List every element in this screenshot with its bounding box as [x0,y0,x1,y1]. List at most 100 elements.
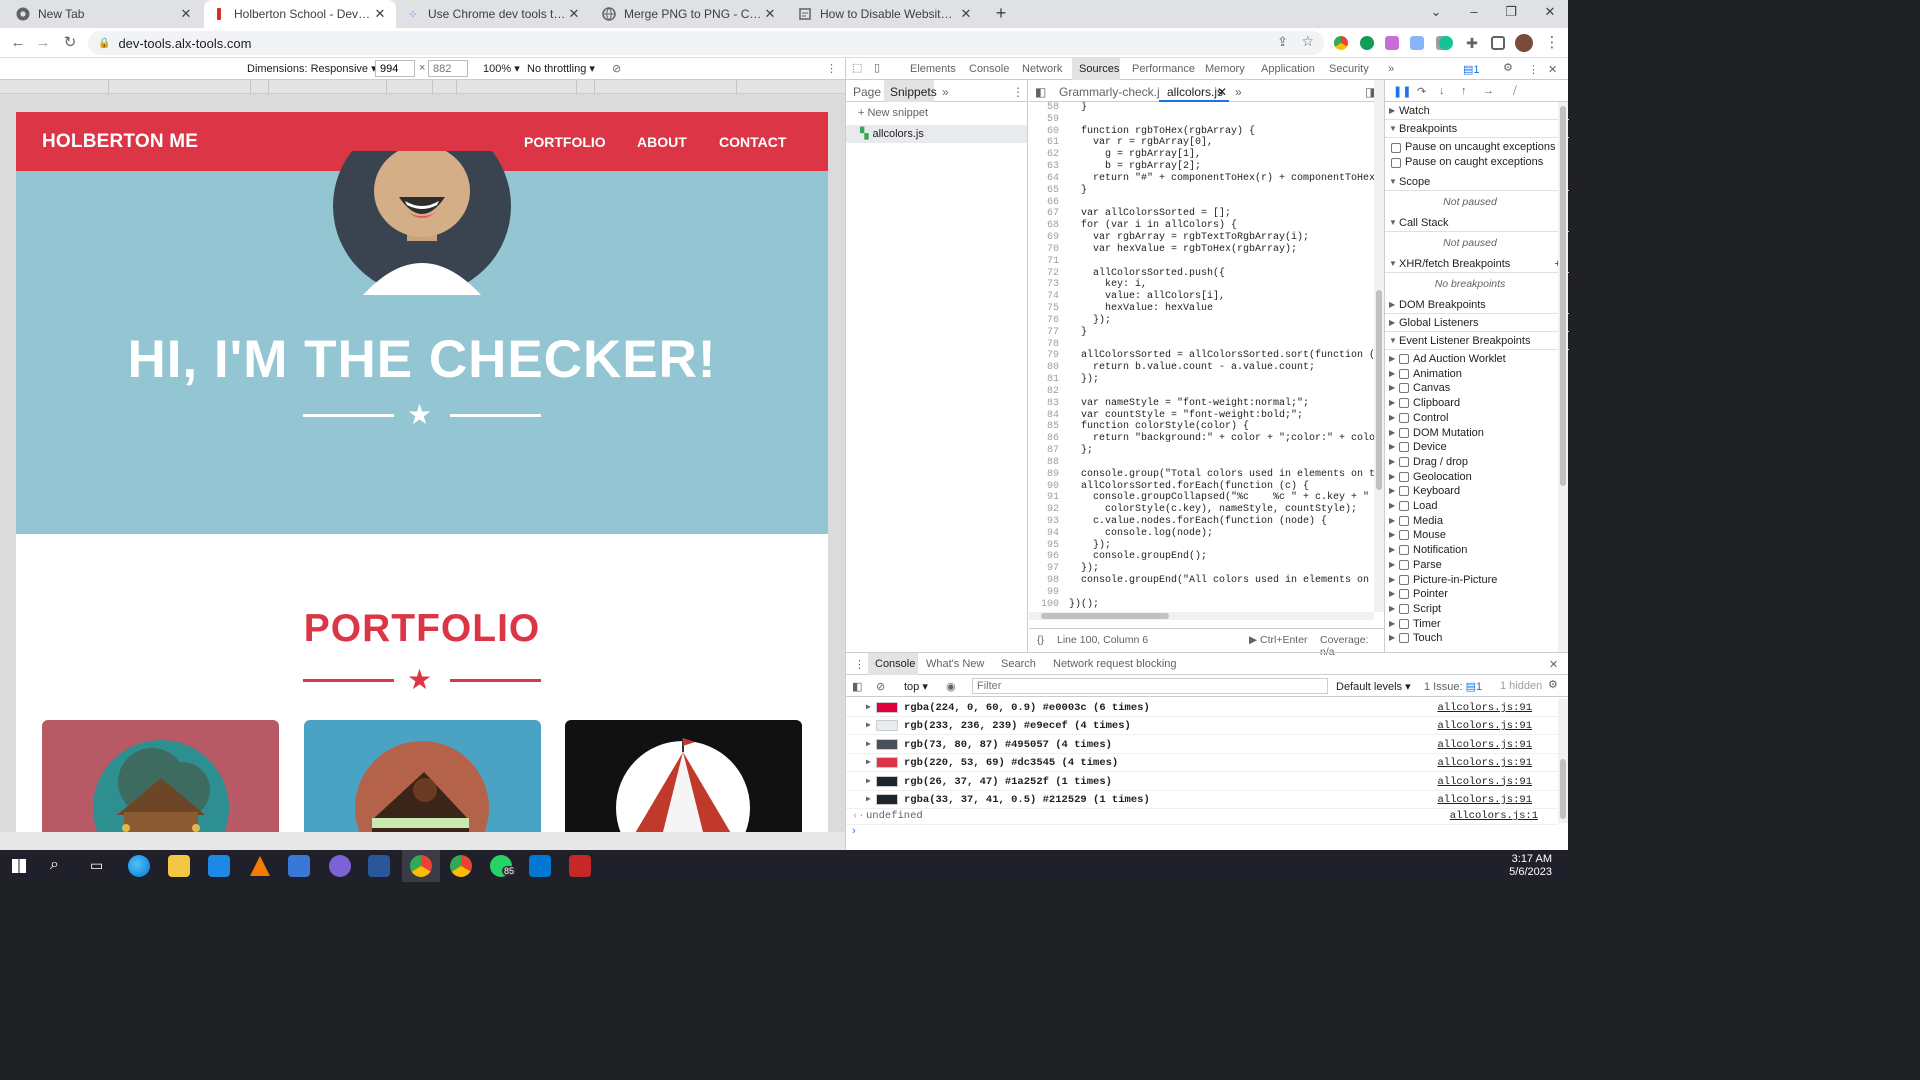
line-number[interactable]: 97 [1029,563,1059,575]
line-number[interactable]: 88 [1029,457,1059,469]
event-breakpoint-item[interactable]: ▶ Picture-in-Picture [1385,573,1557,587]
share-icon[interactable]: ⇪ [1277,34,1288,50]
console-message[interactable]: ▶ rgb(26, 37, 47) #1a252f (1 times) allcol… [846,773,1558,791]
close-devtools-icon[interactable]: ✕ [1548,63,1557,76]
breakpoints-section[interactable]: ▼ Breakpoints [1385,120,1569,138]
issues-link[interactable]: 1 Issue: ▤1 [1424,680,1482,693]
grammarly-icon[interactable] [1439,36,1453,50]
more-tabs-icon[interactable]: » [1388,63,1394,75]
drawer-tab-network-blocking[interactable]: Network request blocking [1053,658,1177,670]
tab-disable-css[interactable]: How to Disable Website CSS Styl ✕ [790,0,982,28]
scope-section[interactable]: ▼ Scope [1385,173,1569,191]
tab-merge-png[interactable]: Merge PNG to PNG - Convert yo ✕ [594,0,786,28]
tab-application[interactable]: Application [1261,63,1315,75]
drawer-tab-whats-new[interactable]: What's New [926,658,984,670]
tab-memory[interactable]: Memory [1205,63,1245,75]
toggle-navigator-icon[interactable]: ◧ [1035,85,1046,99]
extension-icon[interactable] [1385,36,1399,50]
event-breakpoint-item[interactable]: ▶ Load [1385,499,1557,513]
expand-icon[interactable]: ▶ [1389,440,1395,454]
console-message[interactable]: ▶ rgba(224, 0, 60, 0.9) #e0003c (6 times)… [846,699,1558,717]
chrome-profile-icon[interactable] [450,855,472,877]
search-icon[interactable]: ⌕ [50,856,59,874]
event-breakpoint-item[interactable]: ▶ Clipboard [1385,396,1557,410]
new-snippet-button[interactable]: + New snippet [858,107,928,119]
eye-icon[interactable]: ◉ [946,680,956,693]
tab-search-icon[interactable]: ⌄ [1422,4,1450,20]
extensions-puzzle-icon[interactable]: ✚ [1462,33,1482,53]
context-select[interactable]: top ▾ [904,680,928,693]
console-settings-gear-icon[interactable]: ⚙ [1548,678,1558,691]
expand-icon[interactable]: ▶ [866,773,871,791]
expand-icon[interactable]: ▶ [1389,587,1395,601]
step-into-icon[interactable]: ↓ [1439,85,1445,97]
event-breakpoint-item[interactable]: ▶ Keyboard [1385,484,1557,498]
event-breakpoint-item[interactable]: ▶ Touch [1385,631,1557,645]
line-number[interactable]: 65 [1029,185,1059,197]
event-breakpoint-item[interactable]: ▶ Timer [1385,617,1557,631]
horizontal-scrollbar[interactable] [1029,612,1374,620]
reload-icon[interactable]: ↻ [60,33,80,53]
extension-icon[interactable] [1360,36,1374,50]
event-breakpoint-item[interactable]: ▶ Pointer [1385,587,1557,601]
event-checkbox[interactable] [1399,471,1409,482]
drawer-tab-search[interactable]: Search [1001,658,1036,670]
expand-icon[interactable]: ▶ [866,736,871,754]
line-number[interactable]: 98 [1029,575,1059,587]
event-breakpoint-item[interactable]: ▶ Animation [1385,367,1557,381]
line-number[interactable]: 68 [1029,220,1059,232]
line-number[interactable]: 80 [1029,362,1059,374]
step-icon[interactable]: → [1483,85,1494,97]
expand-icon[interactable]: ▶ [1389,543,1395,557]
console-prompt-icon[interactable]: › [852,825,856,837]
event-listener-breakpoints-section[interactable]: ▼ Event Listener Breakpoints [1385,332,1569,350]
line-number[interactable]: 94 [1029,528,1059,540]
maximize-icon[interactable]: ❐ [1497,4,1525,20]
event-checkbox[interactable] [1399,559,1409,570]
minimize-icon[interactable]: – [1460,4,1488,19]
event-checkbox[interactable] [1399,412,1409,423]
pause-icon[interactable]: ❚❚ [1393,85,1411,98]
console-filter-input[interactable] [972,678,1328,694]
line-number[interactable]: 78 [1029,339,1059,351]
line-number[interactable]: 82 [1029,386,1059,398]
line-number[interactable]: 58 [1029,102,1059,114]
line-number[interactable]: 61 [1029,137,1059,149]
event-breakpoint-item[interactable]: ▶ Notification [1385,543,1557,557]
snippet-file-item[interactable]: ▚ allcolors.js [846,125,1027,143]
console-message[interactable]: ▶ rgb(233, 236, 239) #e9ecef (4 times) all… [846,717,1558,736]
dimensions-select[interactable]: Dimensions: Responsive ▾ [247,62,377,75]
tab-new-tab[interactable]: New Tab ✕ [8,0,202,28]
event-breakpoint-item[interactable]: ▶ Canvas [1385,381,1557,395]
result-source-link[interactable]: allcolors.js:1 [1450,807,1538,825]
event-checkbox[interactable] [1399,383,1409,394]
source-link[interactable]: allcolors.js:91 [1437,773,1532,791]
line-number[interactable]: 99 [1029,587,1059,599]
line-number[interactable]: 95 [1029,540,1059,552]
line-number[interactable]: 89 [1029,469,1059,481]
new-tab-button[interactable]: + [990,4,1012,24]
line-number[interactable]: 62 [1029,149,1059,161]
navigator-menu-icon[interactable]: ⋮ [1012,85,1024,99]
line-number[interactable]: 87 [1029,445,1059,457]
extension-icon[interactable] [1410,36,1424,50]
line-number[interactable]: 73 [1029,279,1059,291]
sidebar-toggle-icon[interactable]: ◧ [852,680,862,693]
watch-section[interactable]: ▶ Watch [1385,102,1569,120]
back-icon[interactable]: ← [8,33,28,53]
expand-icon[interactable]: ▶ [1389,352,1395,366]
event-breakpoint-item[interactable]: ▶ Device [1385,440,1557,454]
line-number[interactable]: 67 [1029,208,1059,220]
expand-icon[interactable]: ▶ [1389,499,1395,513]
sidebar-scrollbar[interactable] [1558,102,1568,652]
close-editor-tab-icon[interactable]: ✕ [1217,85,1227,99]
step-over-icon[interactable]: ↷ [1417,85,1426,98]
expand-icon[interactable]: ▶ [1389,573,1395,587]
line-number[interactable]: 70 [1029,244,1059,256]
event-checkbox[interactable] [1399,486,1409,497]
source-link[interactable]: allcolors.js:91 [1437,736,1532,754]
deactivate-breakpoints-icon[interactable]: ⧸ [1513,85,1517,98]
global-listeners-section[interactable]: ▶ Global Listeners [1385,314,1569,332]
windows-start-icon[interactable] [12,859,26,873]
event-breakpoint-item[interactable]: ▶ DOM Mutation [1385,426,1557,440]
